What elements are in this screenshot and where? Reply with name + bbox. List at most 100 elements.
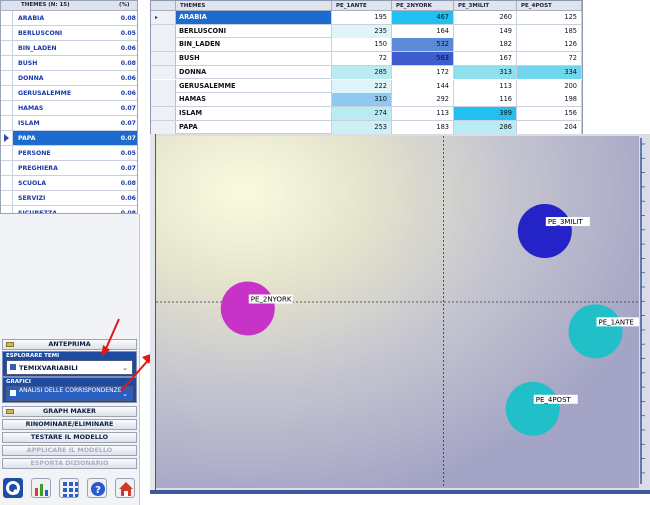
svg-text:?: ? (95, 485, 101, 496)
themes-table-header: THEMES (N: 15) (%) (1, 1, 137, 11)
data-table-row[interactable]: GERUSALEMME 222 144 113 200 (151, 79, 582, 94)
theme-percent: 0.06 (120, 75, 136, 82)
plot-point[interactable] (568, 304, 623, 359)
themes-table-row[interactable]: PREGHIERA 0.07 (1, 161, 137, 176)
themes-table-row[interactable]: ARABIA 0.08 (1, 11, 137, 26)
theme-name: PAPA (18, 135, 36, 142)
data-cell: 113 (392, 106, 454, 120)
export-dictionary-button[interactable]: ESPORTA DIZIONARIO (2, 458, 137, 469)
row-marker[interactable] (151, 120, 176, 134)
graph-maker-button[interactable]: GRAPH MAKER (2, 406, 137, 417)
data-table-row[interactable]: BUSH 72 563 167 72 (151, 52, 582, 66)
data-cell: 185 (517, 24, 582, 38)
row-selector[interactable] (1, 86, 13, 100)
row-marker[interactable] (151, 38, 176, 52)
row-marker[interactable]: ▸ (151, 11, 176, 24)
row-theme-name: BUSH (176, 52, 332, 66)
themes-table-row[interactable]: HAMAS 0.07 (1, 101, 137, 116)
explore-themes-label: ESPLORARE TEMI (6, 353, 60, 359)
row-marker[interactable] (151, 52, 176, 66)
row-selector[interactable] (1, 206, 13, 213)
themes-table-row[interactable]: PAPA 0.07 (1, 131, 137, 146)
pe2nyork-column-header: PE_2NYORK (392, 1, 454, 11)
row-selector[interactable] (1, 101, 13, 115)
themes-table-row[interactable]: PERSONE 0.05 (1, 146, 137, 161)
themes-table[interactable]: THEMES (N: 15) (%) ARABIA 0.08 BERLUSCONI 0… (0, 0, 138, 214)
row-selector[interactable] (1, 161, 13, 175)
data-table-row[interactable]: PAPA 253 183 286 204 (151, 120, 582, 135)
chart-icon[interactable] (31, 478, 51, 498)
row-selector[interactable] (1, 146, 13, 160)
annotation-arrows (101, 318, 153, 392)
data-table[interactable]: THEMES PE_1ANTE PE_2NYORK PE_3MILIT PE_4… (150, 0, 583, 135)
themes-table-row[interactable]: BERLUSCONI 0.05 (1, 26, 137, 41)
themes-table-row[interactable]: SICUREZZA 0.08 (1, 206, 137, 213)
theme-percent: 0.08 (120, 60, 136, 67)
row-selector[interactable] (1, 71, 13, 85)
themes-table-row[interactable]: DONNA 0.06 (1, 71, 137, 86)
themes-table-row[interactable]: BUSH 0.08 (1, 56, 137, 71)
themes-table-row[interactable]: BIN_LADEN 0.06 (1, 41, 137, 56)
themes-table-row[interactable]: ISLAM 0.07 (1, 116, 137, 131)
plot-point[interactable] (517, 204, 572, 259)
theme-percent: 0.07 (120, 120, 136, 127)
data-cell: 260 (454, 11, 517, 24)
explore-themes-value: TEMIXVARIABILI (19, 364, 78, 372)
themes-table-row[interactable]: SCUOLA 0.08 (1, 176, 137, 191)
home-icon[interactable] (115, 478, 135, 498)
row-selector[interactable] (1, 116, 13, 130)
plot-right-ruler (640, 138, 645, 484)
test-model-button[interactable]: TESTARE IL MODELLO (2, 432, 137, 443)
plot-area[interactable]: PE_2NYORK PE_3MILIT PE_1ANTE PE_4POST (156, 136, 639, 488)
data-cell: 172 (392, 65, 454, 79)
theme-name: BIN_LADEN (18, 45, 57, 52)
data-cell: 286 (454, 120, 517, 134)
row-marker-header (151, 1, 176, 11)
select-icon (10, 390, 16, 396)
theme-percent: 0.06 (120, 90, 136, 97)
data-cell: 164 (392, 24, 454, 38)
grid-icon[interactable] (59, 478, 79, 498)
plot-point[interactable] (220, 281, 275, 336)
data-cell: 334 (517, 65, 582, 79)
data-table-row[interactable]: DONNA 285 172 313 334 (151, 65, 582, 80)
row-marker[interactable] (151, 106, 176, 120)
data-table-row[interactable]: BIN_LADEN 150 532 182 126 (151, 38, 582, 53)
themes-table-row[interactable]: SERVIZI 0.06 (1, 191, 137, 206)
data-cell: 200 (517, 79, 582, 93)
row-selector[interactable] (1, 191, 13, 205)
correspondence-plot[interactable]: PE_2NYORK PE_3MILIT PE_1ANTE PE_4POST (150, 134, 650, 494)
data-table-row[interactable]: HAMAS 310 292 116 198 (151, 93, 582, 107)
help-icon[interactable]: ? (87, 478, 107, 498)
row-selector[interactable] (1, 56, 13, 70)
theme-percent: 0.07 (120, 105, 136, 112)
row-selector[interactable] (1, 26, 13, 40)
apply-model-button[interactable]: APPLICARE IL MODELLO (2, 445, 137, 456)
row-selector[interactable] (1, 176, 13, 190)
quit-icon[interactable] (3, 478, 23, 498)
plot-point-label: PE_3MILIT (548, 218, 584, 226)
data-cell: 532 (392, 38, 454, 52)
plot-svg: PE_2NYORK PE_3MILIT PE_1ANTE PE_4POST (156, 136, 639, 488)
data-cell: 204 (517, 120, 582, 134)
data-table-row[interactable]: ISLAM 274 113 389 156 (151, 106, 582, 121)
row-marker[interactable] (151, 65, 176, 79)
row-marker[interactable] (151, 79, 176, 93)
row-marker[interactable] (151, 93, 176, 107)
data-cell: 285 (332, 65, 392, 79)
row-selector[interactable] (1, 11, 13, 25)
data-cell: 235 (332, 24, 392, 38)
theme-name: BERLUSCONI (18, 30, 63, 37)
row-selector[interactable] (1, 131, 13, 145)
row-marker[interactable] (151, 24, 176, 38)
theme-name: PERSONE (18, 150, 51, 157)
theme-name: BUSH (18, 60, 38, 67)
rename-delete-button[interactable]: RINOMINARE/ELIMINARE (2, 419, 137, 430)
plot-point[interactable] (505, 381, 560, 436)
data-cell: 167 (454, 52, 517, 66)
row-theme-name: ARABIA (176, 11, 332, 24)
themes-table-row[interactable]: GERUSALEMME 0.06 (1, 86, 137, 101)
data-table-row[interactable]: ▸ ARABIA 195 467 260 125 (151, 11, 582, 25)
row-selector[interactable] (1, 41, 13, 55)
data-table-row[interactable]: BERLUSCONI 235 164 149 185 (151, 24, 582, 39)
